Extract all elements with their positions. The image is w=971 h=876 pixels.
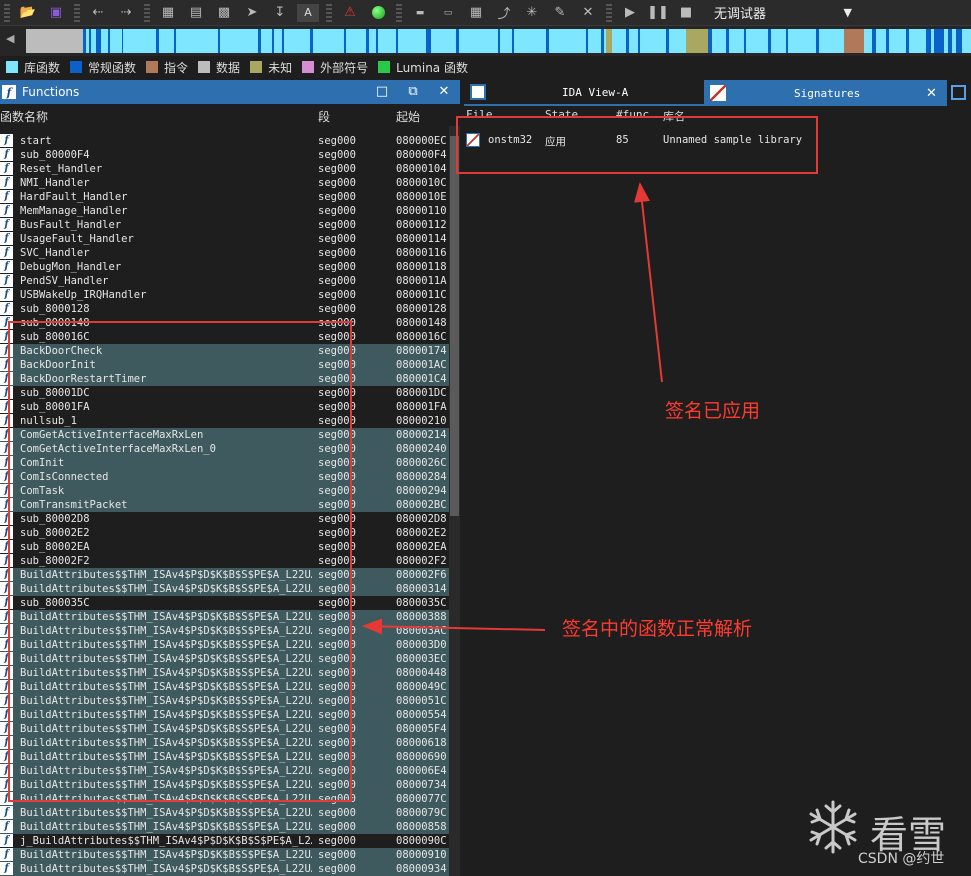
watermark-csdn: CSDN @约世 [858, 851, 945, 867]
annotation-functions-parsed: 签名中的函数正常解析 [562, 618, 753, 640]
arrow-to-signature [634, 182, 663, 383]
annotation-signature-applied: 签名已应用 [665, 400, 761, 422]
watermark: 看雪 CSDN @约世 [806, 796, 971, 876]
arrow-to-functions [362, 618, 546, 635]
snowflake-logo-icon [809, 800, 857, 854]
annotation-arrows [362, 182, 663, 635]
